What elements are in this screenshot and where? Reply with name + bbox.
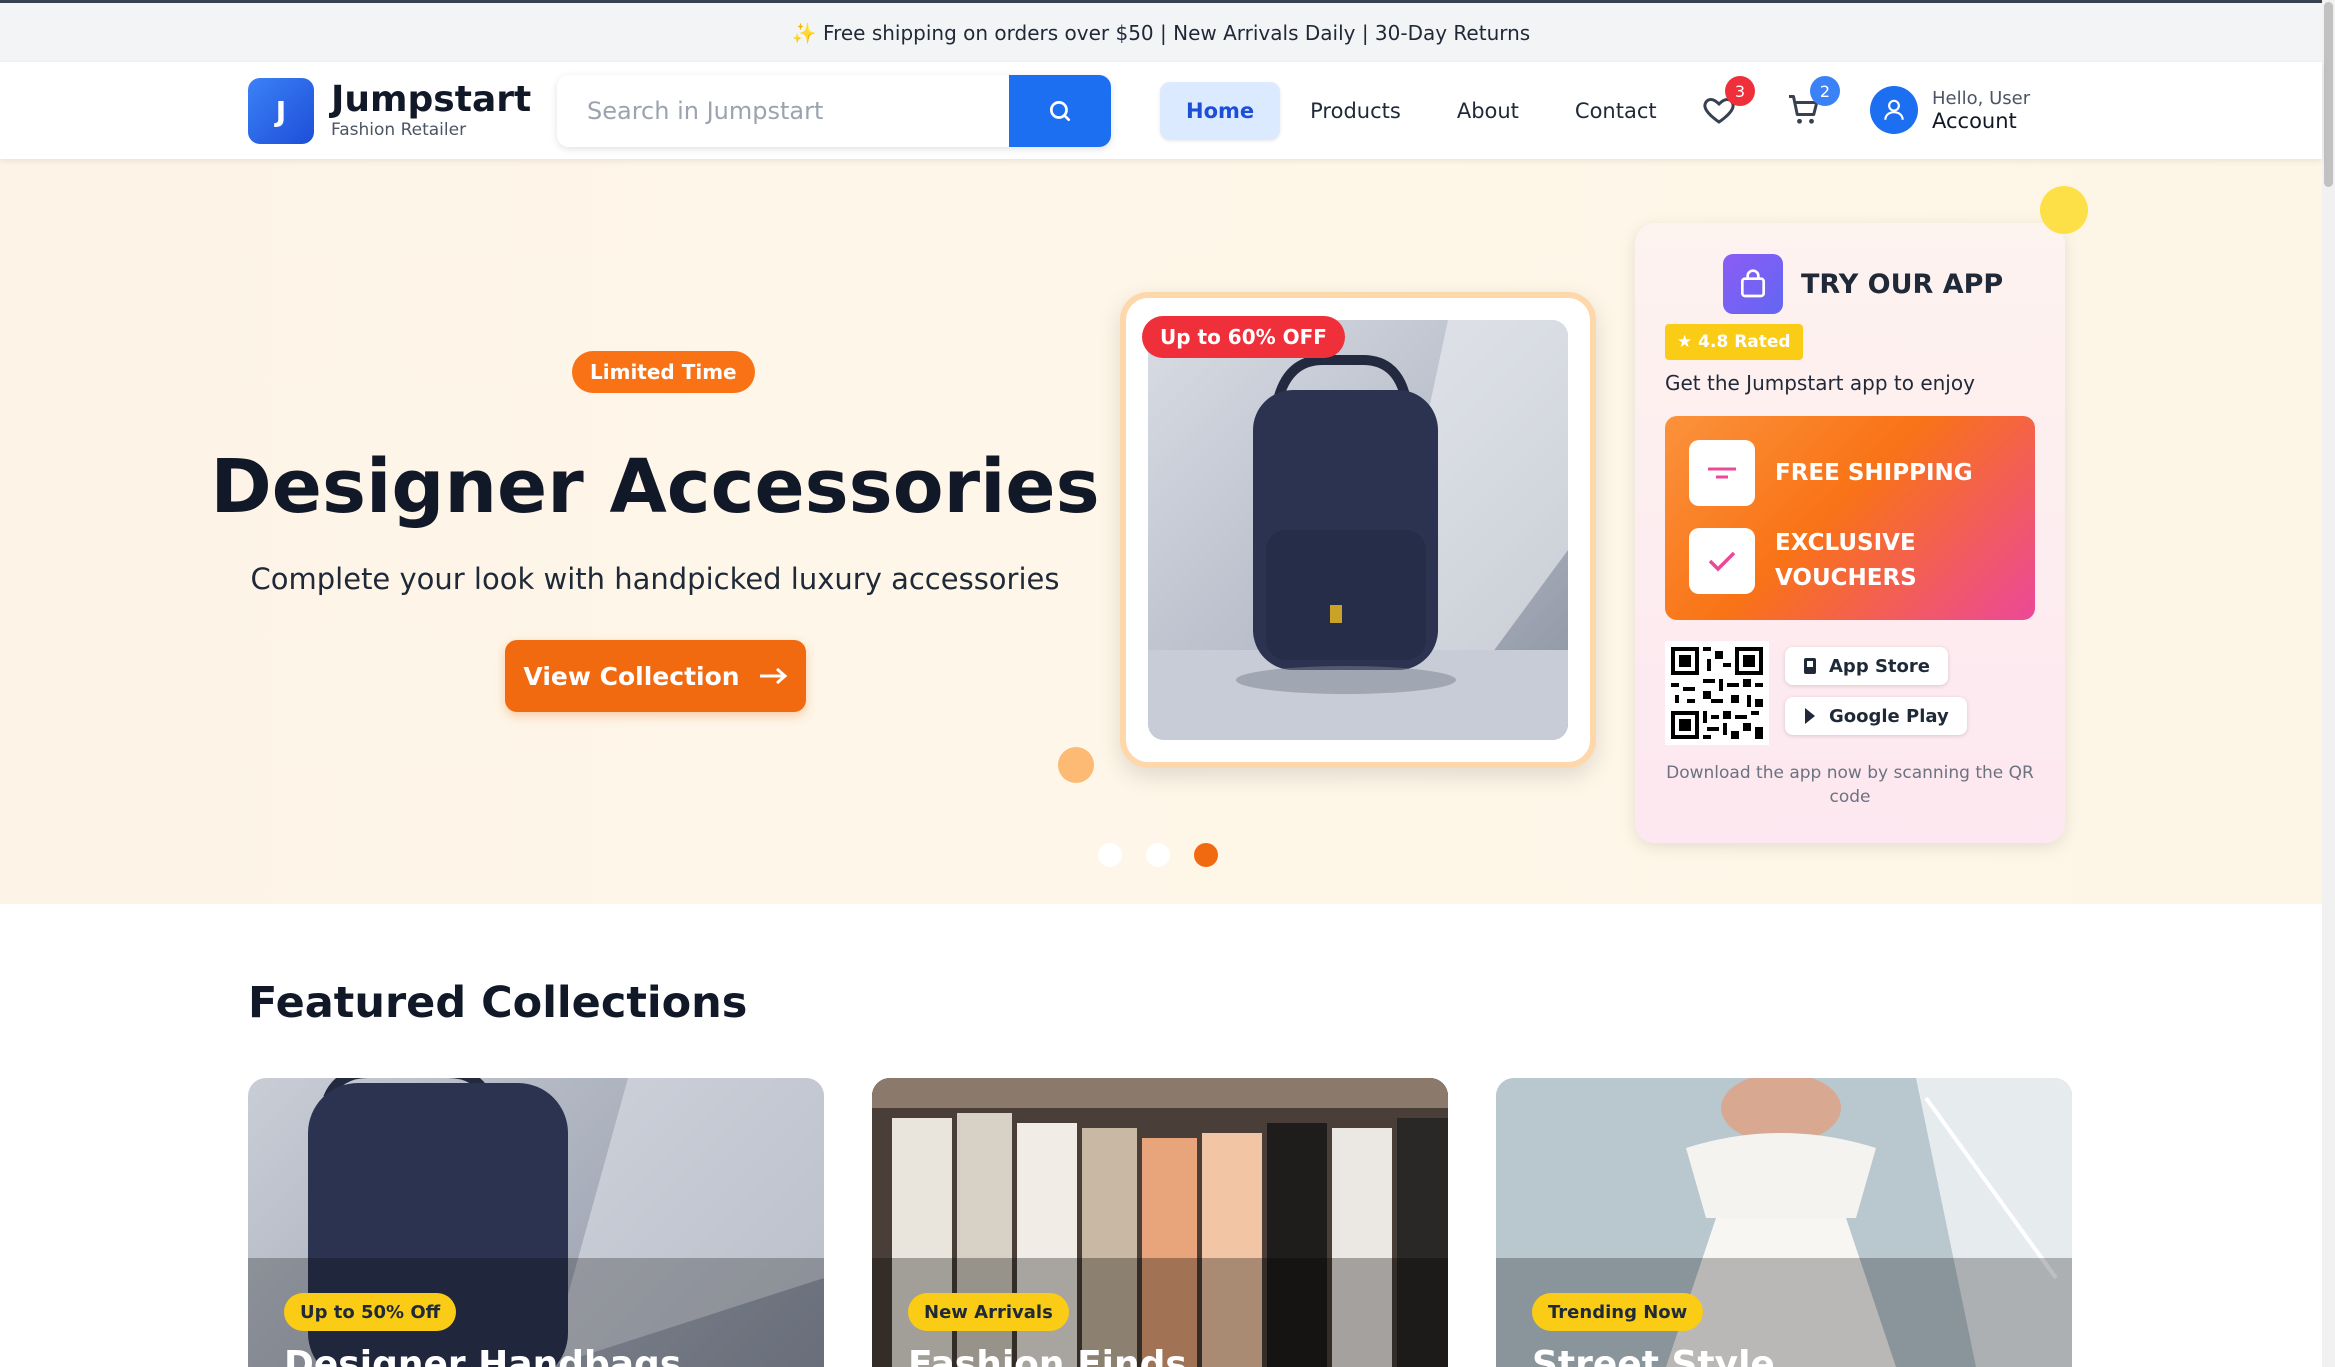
- download-instructions: Download the app now by scanning the QR …: [1666, 763, 2034, 807]
- featured-collections-title: Featured Collections: [248, 978, 748, 1028]
- qr-code: [1665, 641, 1769, 745]
- nav-contact[interactable]: Contact: [1549, 82, 1683, 140]
- page-scrollbar[interactable]: [2322, 0, 2335, 1367]
- collection-badge: New Arrivals: [908, 1293, 1069, 1331]
- discount-tag: Up to 60% OFF: [1142, 316, 1345, 358]
- collection-card[interactable]: Trending Now Street Style: [1496, 1078, 2072, 1367]
- view-collection-button[interactable]: View Collection: [505, 640, 806, 712]
- shopping-bag-icon: [1723, 254, 1783, 314]
- collection-badge: Trending Now: [1532, 1293, 1704, 1331]
- collection-badge: Up to 50% Off: [284, 1293, 457, 1331]
- scrollbar-thumb[interactable]: [2324, 2, 2333, 187]
- hero-subtitle: Complete your look with handpicked luxur…: [250, 562, 1060, 596]
- app-promo-card: TRY OUR APP ★ 4.8 Rated Get the Jumpstar…: [1635, 223, 2065, 843]
- google-play-button[interactable]: Google Play: [1785, 697, 1967, 735]
- main-nav: Home Products About Contact: [1160, 82, 1687, 140]
- account-label: Account: [1932, 108, 2017, 133]
- slider-dot-active[interactable]: [1194, 843, 1218, 867]
- decorative-dot: [2040, 186, 2088, 234]
- hero-product-card[interactable]: [1120, 292, 1596, 768]
- site-header: J Jumpstart Fashion Retailer Home Produc…: [0, 62, 2322, 159]
- nav-home[interactable]: Home: [1160, 82, 1281, 140]
- collection-name: Designer Handbags: [284, 1344, 682, 1367]
- hero-title: Designer Accessories: [210, 444, 1100, 530]
- check-icon: [1689, 527, 1755, 594]
- google-play-label: Google Play: [1829, 705, 1949, 727]
- logo-icon[interactable]: J: [248, 78, 314, 144]
- nav-about[interactable]: About: [1431, 82, 1545, 140]
- collection-name: Street Style: [1532, 1344, 1775, 1367]
- slider-dot[interactable]: [1098, 843, 1122, 867]
- app-promo-title: TRY OUR APP: [1801, 268, 2004, 300]
- user-icon: [1870, 86, 1918, 134]
- slider-dot[interactable]: [1146, 843, 1170, 867]
- logo-letter: J: [275, 94, 287, 128]
- brand-name: Jumpstart: [331, 79, 532, 120]
- brand-tagline: Fashion Retailer: [331, 119, 467, 140]
- nav-products[interactable]: Products: [1284, 82, 1427, 140]
- limited-time-badge: Limited Time: [572, 351, 755, 393]
- view-collection-label: View Collection: [523, 661, 740, 691]
- brand[interactable]: Jumpstart Fashion Retailer: [331, 80, 531, 140]
- wishlist-button[interactable]: 3: [1701, 76, 1755, 132]
- collection-card[interactable]: Up to 50% Off Designer Handbags: [248, 1078, 824, 1367]
- announcement-text: ✨ Free shipping on orders over $50 | New…: [791, 20, 1531, 45]
- perk-free-shipping: FREE SHIPPING: [1775, 459, 1973, 486]
- shipping-icon: [1689, 440, 1755, 506]
- app-promo-subtitle: Get the Jumpstart app to enjoy: [1665, 371, 1975, 395]
- backpack-image: [1148, 320, 1568, 740]
- hero-banner: Limited Time Designer Accessories Comple…: [0, 159, 2322, 904]
- cart-button[interactable]: 2: [1786, 76, 1840, 132]
- app-store-label: App Store: [1829, 655, 1930, 677]
- collection-card[interactable]: New Arrivals Fashion Finds: [872, 1078, 1448, 1367]
- search-button[interactable]: [1009, 75, 1111, 147]
- play-icon: [1805, 708, 1815, 724]
- account-greeting: Hello, User: [1932, 87, 2031, 109]
- rating-badge: ★ 4.8 Rated: [1665, 324, 1803, 360]
- decorative-dot: [1058, 747, 1094, 783]
- search-input[interactable]: [557, 75, 1009, 147]
- cart-count-badge: 2: [1810, 76, 1840, 106]
- arrow-right-icon: [759, 667, 787, 685]
- perk-vouchers-line1: EXCLUSIVE: [1775, 530, 1916, 556]
- search-icon: [1049, 100, 1071, 122]
- account-menu[interactable]: Hello, User Account: [1870, 86, 2030, 134]
- phone-icon: [1804, 658, 1816, 674]
- announcement-bar: ✨ Free shipping on orders over $50 | New…: [0, 0, 2322, 62]
- wishlist-count-badge: 3: [1725, 76, 1755, 106]
- app-perks-box: FREE SHIPPING EXCLUSIVE VOUCHERS: [1665, 416, 2035, 620]
- app-store-button[interactable]: App Store: [1785, 647, 1948, 685]
- search-bar: [557, 75, 1111, 147]
- perk-vouchers-line2: VOUCHERS: [1775, 564, 1917, 591]
- slider-dots: [1098, 843, 1218, 867]
- collection-name: Fashion Finds: [908, 1344, 1187, 1367]
